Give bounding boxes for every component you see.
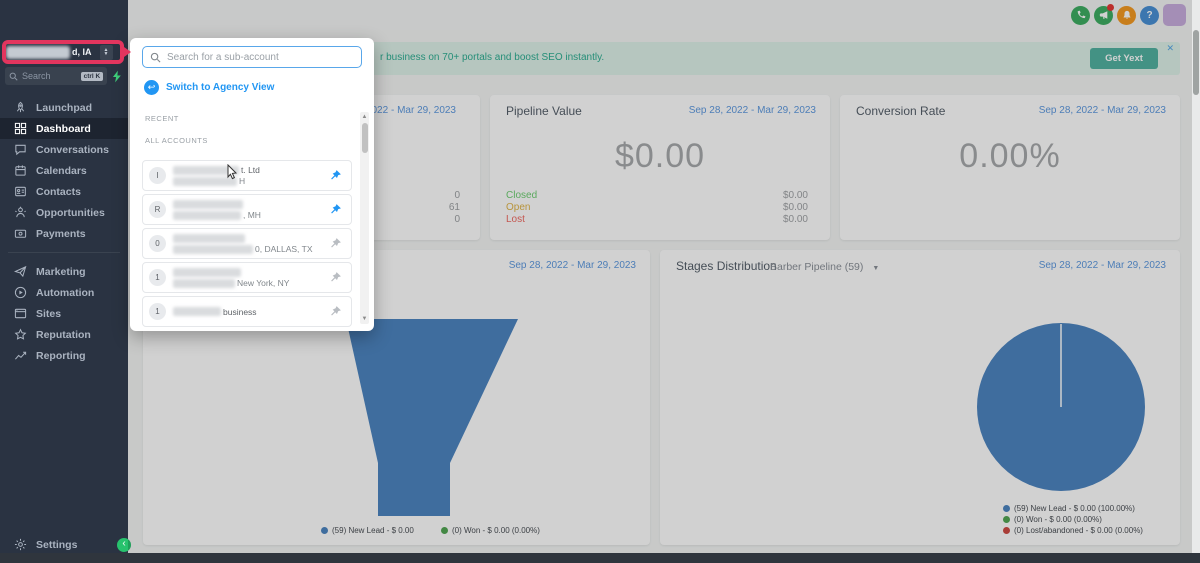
sidebar-item-dashboard[interactable]: Dashboard (0, 118, 128, 139)
redacted-text (173, 268, 241, 277)
list-scrollbar[interactable]: ▲ ▼ (360, 112, 369, 324)
switch-to-agency-view[interactable]: ↩ Switch to Agency View (144, 80, 274, 95)
chat-icon (14, 143, 27, 156)
pin-icon[interactable] (329, 271, 342, 284)
sidebar-nav: Launchpad Dashboard Conversations Calend… (0, 97, 128, 366)
payment-icon (14, 227, 27, 240)
sidebar-item-calendars[interactable]: Calendars (0, 160, 128, 181)
search-placeholder: Search for a sub-account (167, 52, 279, 63)
sub-account-dropdown: Search for a sub-account ↩ Switch to Age… (130, 38, 374, 331)
redacted-text (173, 234, 245, 243)
lightning-icon[interactable] (111, 70, 123, 83)
mouse-cursor (225, 164, 239, 180)
account-avatar: 1 (149, 303, 166, 320)
sidebar: d, IA ▲▼ Search ctrl K Launchpad Dashboa… (0, 0, 128, 553)
sidebar-search-input[interactable]: Search ctrl K (5, 67, 107, 85)
sub-account-row[interactable]: 1 business (142, 296, 352, 327)
sub-account-row[interactable]: 1 New York, NY (142, 262, 352, 293)
sidebar-item-reporting[interactable]: Reporting (0, 345, 128, 366)
rocket-icon (14, 101, 27, 114)
sidebar-item-settings[interactable]: Settings (0, 534, 128, 555)
account-name-fragment: d, IA (72, 47, 92, 57)
nav-divider (8, 252, 120, 253)
shortcut-badge: ctrl K (81, 72, 104, 81)
annotation-pointer (124, 47, 131, 57)
redacted-text (173, 211, 241, 220)
chevron-updown-icon[interactable]: ▲▼ (100, 45, 113, 60)
star-icon (14, 328, 27, 341)
account-avatar: R (149, 201, 166, 218)
sidebar-item-sites[interactable]: Sites (0, 303, 128, 324)
app-window: ? r business on 70+ portals and boost SE… (0, 0, 1200, 563)
search-placeholder: Search (22, 71, 81, 81)
pin-icon[interactable] (329, 169, 342, 182)
redacted-account-name (6, 46, 70, 59)
sub-account-row[interactable]: R , MH (142, 194, 352, 225)
scroll-down-icon[interactable]: ▼ (360, 314, 369, 324)
section-all-accounts: ALL ACCOUNTS (145, 136, 208, 145)
sidebar-item-opportunities[interactable]: Opportunities (0, 202, 128, 223)
sub-account-row[interactable]: 0 0, DALLAS, TX (142, 228, 352, 259)
account-switcher[interactable]: d, IA ▲▼ (6, 44, 120, 60)
redacted-text (173, 307, 221, 316)
sidebar-item-conversations[interactable]: Conversations (0, 139, 128, 160)
trend-icon (14, 349, 27, 362)
scroll-up-icon[interactable]: ▲ (360, 112, 369, 122)
bottom-edge (0, 553, 1200, 563)
account-avatar: 1 (149, 269, 166, 286)
sidebar-item-marketing[interactable]: Marketing (0, 261, 128, 282)
sidebar-item-payments[interactable]: Payments (0, 223, 128, 244)
redacted-text (173, 279, 235, 288)
page-scrollbar[interactable] (1192, 0, 1200, 553)
account-avatar: 0 (149, 235, 166, 252)
sidebar-item-contacts[interactable]: Contacts (0, 181, 128, 202)
search-icon (9, 72, 18, 81)
redacted-text (173, 200, 243, 209)
pin-icon[interactable] (329, 203, 342, 216)
back-arrow-icon: ↩ (144, 80, 159, 95)
grid-icon (14, 122, 27, 135)
account-avatar: I (149, 167, 166, 184)
sidebar-item-automation[interactable]: Automation (0, 282, 128, 303)
paper-plane-icon (14, 265, 27, 278)
sub-account-row[interactable]: I t. Ltd H (142, 160, 352, 191)
pin-icon[interactable] (329, 305, 342, 318)
sidebar-item-launchpad[interactable]: Launchpad (0, 97, 128, 118)
sub-account-search-input[interactable]: Search for a sub-account (142, 46, 362, 68)
section-recent: RECENT (145, 114, 179, 123)
gear-icon (14, 538, 27, 551)
scrollbar-thumb[interactable] (362, 123, 368, 153)
browser-icon (14, 307, 27, 320)
play-circle-icon (14, 286, 27, 299)
redacted-text (173, 245, 253, 254)
calendar-icon (14, 164, 27, 177)
search-icon (150, 52, 161, 63)
scrollbar-thumb[interactable] (1193, 30, 1199, 95)
pin-icon[interactable] (329, 237, 342, 250)
contact-card-icon (14, 185, 27, 198)
person-icon (14, 206, 27, 219)
sidebar-item-reputation[interactable]: Reputation (0, 324, 128, 345)
